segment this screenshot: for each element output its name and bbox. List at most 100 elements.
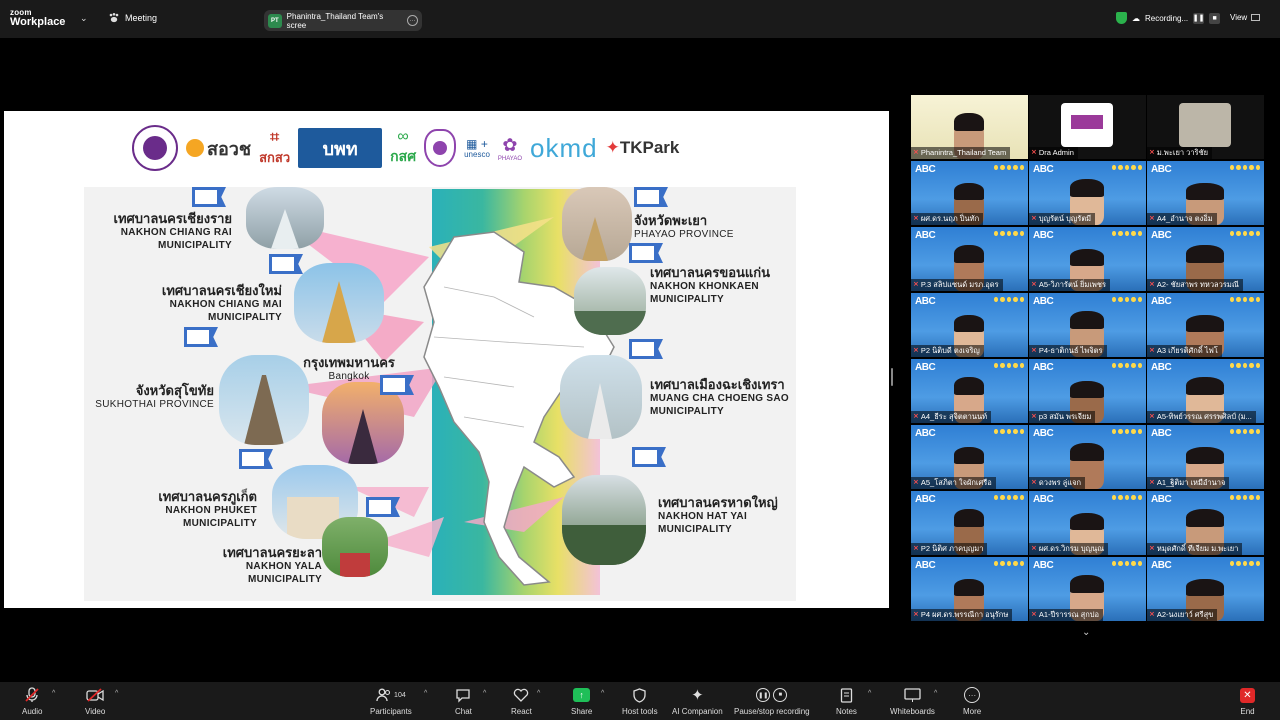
- participant-name: ⨯ A5_โสภิตา ใจผักเศรือ: [911, 477, 996, 489]
- participants-label: Participants: [370, 707, 412, 716]
- logo-bottom-text: Workplace: [10, 16, 66, 28]
- profile-picture: [1179, 103, 1231, 147]
- participant-tile[interactable]: ABC ⨯ A5-วิภารัตน์ ยิ่มเพชร: [1029, 227, 1146, 291]
- whiteboards-button[interactable]: Whiteboards: [890, 686, 935, 716]
- background-logo: ABC: [1151, 494, 1172, 505]
- participant-tile[interactable]: ABC ⨯ P2 นิติศ ภาคบุญมา: [911, 491, 1028, 555]
- participant-tile[interactable]: ABC ⨯ ผศ.ดร.วิกรม บุญนุณ: [1029, 491, 1146, 555]
- university-seal-logo: [424, 129, 457, 167]
- share-button[interactable]: ↑ Share: [571, 686, 592, 716]
- participant-tile[interactable]: ABC ⨯ P4-ธาติกนธ์ ไพจิตร: [1029, 293, 1146, 357]
- participant-tile[interactable]: ABC ⨯ A5_โสภิตา ใจผักเศรือ: [911, 425, 1028, 489]
- city-label-chiang-mai: เทศบาลนครเชียงใหม่ NAKHON CHIANG MAI MUN…: [161, 283, 282, 323]
- more-button[interactable]: ··· More: [963, 686, 981, 716]
- participant-tile[interactable]: ABC ⨯ P4 ผศ.ดร.พรรณีกา อนุรักษ: [911, 557, 1028, 621]
- background-logos: [994, 363, 1025, 369]
- chiang-mai-photo: [294, 263, 384, 343]
- participant-tile[interactable]: ABC ⨯ บุญรัตน์ บุญรัตมี: [1029, 161, 1146, 225]
- ai-companion-label: AI Companion: [672, 707, 723, 716]
- notes-options-caret[interactable]: ^: [868, 690, 871, 697]
- notes-icon: [840, 686, 853, 704]
- participants-button[interactable]: 104 Participants: [370, 686, 412, 716]
- participant-tile[interactable]: ABC ⨯ A5-ทิพย์วรรณ ศรรพศิลป์ (ม...: [1147, 359, 1264, 423]
- view-button[interactable]: View: [1230, 13, 1261, 22]
- pause-stop-recording-button[interactable]: ❚❚ ■ Pause/stop recording: [734, 686, 810, 716]
- background-logos: [1230, 495, 1261, 501]
- pause-recording-label: Pause/stop recording: [734, 707, 810, 716]
- unesco-flag-icon: [632, 447, 666, 467]
- react-button[interactable]: React: [511, 686, 532, 716]
- background-logos: [994, 165, 1025, 171]
- cloud-record-icon: ☁: [1132, 13, 1140, 23]
- whiteboards-options-caret[interactable]: ^: [934, 690, 937, 697]
- audio-button[interactable]: Audio: [22, 686, 42, 716]
- participants-options-caret[interactable]: ^: [424, 690, 427, 697]
- notes-button[interactable]: Notes: [836, 686, 857, 716]
- participant-name: ⨯ P2 นิติศ ภาคบุญมา: [911, 543, 988, 555]
- host-tools-button[interactable]: Host tools: [622, 686, 658, 716]
- host-tools-label: Host tools: [622, 707, 658, 716]
- background-logos: [1230, 297, 1261, 303]
- participant-tile[interactable]: ABC ⨯ ดวงพร ลู่แจก: [1029, 425, 1146, 489]
- city-label-sukhothai: จังหวัดสุโขทัย SUKHOTHAI PROVINCE: [95, 383, 214, 411]
- pause-recording-button[interactable]: ❚❚: [1193, 12, 1205, 24]
- muted-mic-icon: ⨯: [1031, 347, 1037, 354]
- muted-mic-icon: ⨯: [1031, 149, 1037, 156]
- ai-companion-button[interactable]: ✦ AI Companion: [672, 686, 723, 716]
- meeting-info-button[interactable]: Meeting: [108, 13, 157, 23]
- zoom-workplace-logo[interactable]: zoom Workplace: [10, 9, 65, 28]
- muted-mic-icon: ⨯: [913, 215, 919, 222]
- participant-tile[interactable]: ABC ⨯ A1-ปีรารรณ สุกปอ: [1029, 557, 1146, 621]
- background-logo: ABC: [1151, 164, 1172, 175]
- participant-tile[interactable]: ABC ⨯ A2-นงเยาว์ ศรีสุข: [1147, 557, 1264, 621]
- participant-tile[interactable]: ABC ⨯ A4_อำนาจ ตงอิ่ม: [1147, 161, 1264, 225]
- screen-share-indicator[interactable]: PT Phanintra_Thailand Team's scree ···: [264, 10, 422, 31]
- participant-tile[interactable]: ABC ⨯ A2- ชัยสาพร ทหวลวรมณี: [1147, 227, 1264, 291]
- share-arrow-icon: ↑: [573, 688, 591, 702]
- background-logos: [1112, 165, 1143, 171]
- participant-tile[interactable]: ABC ⨯ A3 เกียรติศักดิ์ ไฟโ: [1147, 293, 1264, 357]
- background-logos: [994, 297, 1025, 303]
- audio-options-caret[interactable]: ^: [52, 690, 55, 697]
- video-options-caret[interactable]: ^: [115, 690, 118, 697]
- city-label-chiang-rai: เทศบาลนครเชียงราย NAKHON CHIANG RAI MUNI…: [113, 211, 232, 251]
- unesco-flag-icon: [269, 254, 303, 274]
- city-label-yala: เทศบาลนครยะลา NAKHON YALA MUNICIPALITY: [222, 545, 322, 585]
- participant-tile[interactable]: ABC ⨯ ผศ.ดร.นฤภ ปิ่นทัก: [911, 161, 1028, 225]
- participant-tile[interactable]: ABC ⨯ A4_ธีระ สุจิตตานนท์: [911, 359, 1028, 423]
- background-logos: [994, 231, 1025, 237]
- logo-sakasor: ⌗ สกสว: [259, 128, 291, 165]
- participant-tile[interactable]: ⨯ ม.พะเยา วาริชัย: [1147, 95, 1264, 159]
- muted-mic-icon: ⨯: [1031, 545, 1037, 552]
- panel-resize-handle[interactable]: [891, 368, 893, 386]
- participant-tile[interactable]: ⨯ Phanintra_Thailand Team: [911, 95, 1028, 159]
- participant-tile[interactable]: ABC ⨯ P2 นิติบดี ตงเจริญ: [911, 293, 1028, 357]
- meeting-toolbar: Audio ^ Video ^ 104 Participants ^ Chat …: [0, 682, 1280, 720]
- stop-recording-button[interactable]: ■: [1209, 12, 1221, 24]
- unesco-flag-icon: [634, 187, 668, 207]
- participant-tile[interactable]: ABC ⨯ p3 สมัน พรเจียม: [1029, 359, 1146, 423]
- react-options-caret[interactable]: ^: [537, 690, 540, 697]
- participant-tile[interactable]: ⨯ Dra Admin: [1029, 95, 1146, 159]
- end-meeting-button[interactable]: ✕ End: [1240, 686, 1255, 716]
- chat-options-caret[interactable]: ^: [483, 690, 486, 697]
- participant-name: ⨯ ดวงพร ลู่แจก: [1029, 477, 1086, 489]
- chevron-down-icon[interactable]: ⌄: [80, 13, 88, 24]
- yala-photo: [322, 517, 388, 577]
- background-logo: ABC: [1033, 494, 1054, 505]
- participant-name: ⨯ P4-ธาติกนธ์ ไพจิตร: [1029, 345, 1107, 357]
- gallery-scroll-down-icon[interactable]: ⌄: [1082, 627, 1090, 638]
- share-options-caret[interactable]: ^: [601, 690, 604, 697]
- muted-mic-icon: ⨯: [913, 479, 919, 486]
- participant-tile[interactable]: ABC ⨯ P.3 สลิปแซนด์ มรภ.อุดร: [911, 227, 1028, 291]
- background-logo: ABC: [1033, 560, 1054, 571]
- participant-tile[interactable]: ABC ⨯ A1_ฐิติมา เหมือำนาจ: [1147, 425, 1264, 489]
- shared-screen-slide: สอวช ⌗ สกสว บพท ∞ กสศ ▦ + unesco ✿ PHAYA…: [4, 111, 889, 608]
- more-options-icon[interactable]: ···: [407, 15, 418, 26]
- chat-button[interactable]: Chat: [455, 686, 472, 716]
- muted-mic-icon: ⨯: [1031, 479, 1037, 486]
- video-button[interactable]: Video: [85, 686, 105, 716]
- unesco-flag-icon: [192, 187, 226, 207]
- participant-tile[interactable]: ABC ⨯ หมุดศักดิ์ ทีเจียม ม.พะเยา: [1147, 491, 1264, 555]
- logo-tkpark: ✦TKPark: [605, 138, 680, 157]
